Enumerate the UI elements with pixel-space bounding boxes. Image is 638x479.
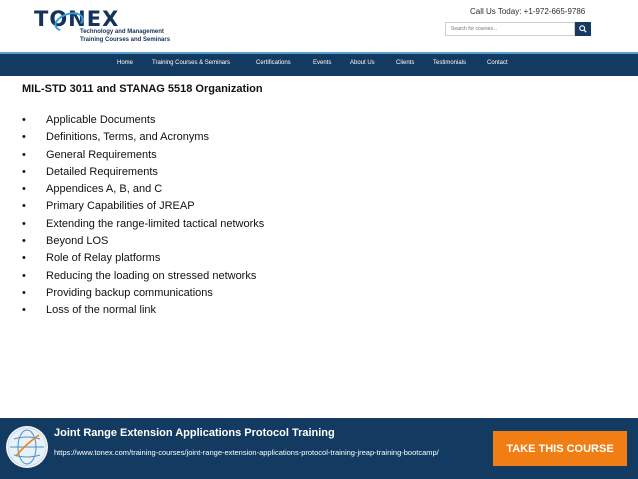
bullet-glyph: • [22, 235, 26, 248]
bullet-glyph: • [22, 217, 26, 230]
bullet-glyph: • [22, 304, 26, 317]
bullet-glyph: • [22, 183, 26, 196]
bullet-glyph: • [22, 269, 26, 282]
list-item-text: Applicable Documents [46, 114, 156, 126]
main-nav: Home Training Courses & Seminars Certifi… [0, 52, 638, 76]
nav-clients[interactable]: Clients [396, 60, 414, 66]
nav-contact[interactable]: Contact [487, 60, 508, 66]
bullet-glyph: • [22, 131, 26, 144]
list-item-text: Loss of the normal link [46, 304, 157, 317]
page-title: MIL-STD 3011 and STANAG 5518 Organizatio… [22, 83, 263, 95]
banner-course-link[interactable]: https://www.tonex.com/training-courses/j… [54, 448, 474, 458]
list-item-text: Definitions, Terms, and Acronyms [46, 131, 210, 144]
list-item-text: Beyond LOS [46, 235, 109, 248]
bullet-glyph: • [22, 148, 26, 161]
call-us-text: Call Us Today: +1-972-665-9786 [470, 7, 586, 16]
globe-icon [6, 426, 48, 468]
nav-testimonials[interactable]: Testimonials [433, 60, 466, 66]
list-item-text: General Requirements [46, 148, 157, 161]
nav-training-courses[interactable]: Training Courses & Seminars [152, 60, 230, 66]
bullet-glyph: • [22, 252, 26, 265]
search-box [445, 22, 575, 36]
list-item-text: Primary Capabilities of JREAP [46, 200, 195, 213]
list-item-text: Detailed Requirements [46, 165, 158, 178]
search-input[interactable] [446, 23, 573, 35]
tonex-logo[interactable]: TONEX Technology and Management Training… [34, 8, 170, 43]
nav-events[interactable]: Events [313, 60, 331, 66]
list-item-text: Providing backup communications [46, 286, 213, 299]
course-banner: Joint Range Extension Applications Proto… [0, 418, 638, 479]
bullet-glyph: • [22, 114, 26, 126]
list-item-text: Reducing the loading on stressed network… [46, 269, 257, 282]
nav-home[interactable]: Home [117, 60, 133, 66]
nav-about-us[interactable]: About Us [350, 60, 375, 66]
logo-tagline-2: Training Courses and Seminars [80, 37, 171, 43]
logo-tagline-1: Technology and Management [80, 29, 164, 35]
bullet-glyph: • [22, 286, 26, 299]
bullet-glyph: • [22, 165, 26, 178]
search-icon [579, 25, 587, 33]
banner-course-title: Joint Range Extension Applications Proto… [54, 427, 335, 439]
list-item-text: Role of Relay platforms [46, 252, 161, 265]
search-button[interactable] [575, 22, 591, 36]
list-item-text: Extending the range-limited tactical net… [46, 217, 265, 230]
bullet-glyph: • [22, 200, 26, 213]
nav-certifications[interactable]: Certifications [256, 60, 291, 66]
list-item-text: Appendices A, B, and C [46, 183, 163, 196]
site-header: TONEX Technology and Management Training… [0, 0, 638, 52]
take-this-course-button[interactable]: TAKE THIS COURSE [493, 431, 627, 466]
